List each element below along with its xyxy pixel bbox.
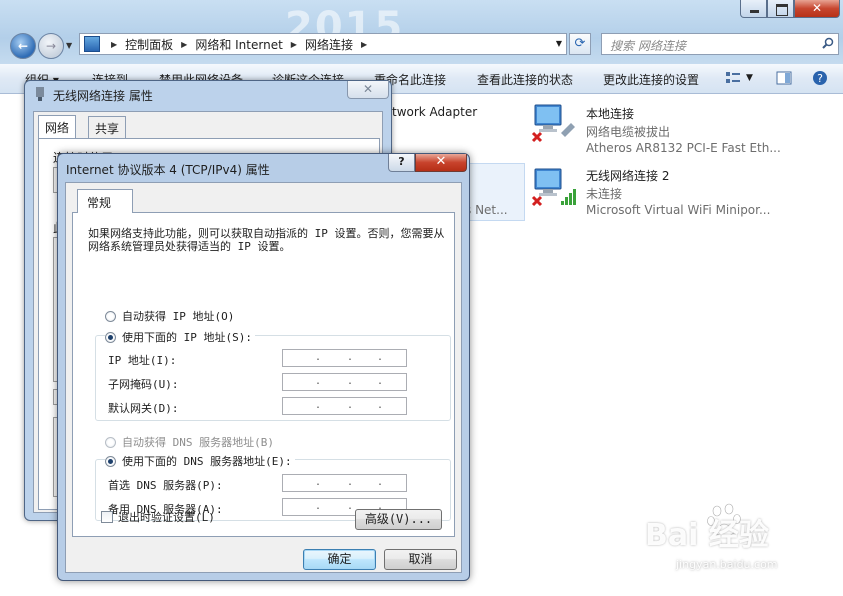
partial-net-text: s Net... [465,203,508,217]
ip-address-label: IP 地址(I): [108,354,177,367]
search-input[interactable]: 搜索 网络连接 [601,33,839,55]
ipv4-close-button[interactable]: ✕ [415,154,467,172]
control-panel-icon [84,36,100,52]
adapter-2-device: Microsoft Virtual WiFi Minipor... [586,203,771,217]
ipv4-description: 如果网络支持此功能，则可以获取自动指派的 IP 设置。否则，您需要从网络系统管理… [88,227,445,253]
cancel-button[interactable]: 取消 [384,549,457,570]
default-gateway-label: 默认网关(D): [108,402,179,415]
validate-on-exit-option[interactable]: 退出时验证设置(L) [101,509,215,525]
forward-button[interactable]: → [38,33,64,59]
maximize-button[interactable] [767,0,794,18]
network-adapter-icon [36,87,44,101]
chevron-right-icon: ▶ [181,39,188,49]
back-button[interactable]: ← [10,33,36,59]
ip-address-input[interactable]: ... [282,349,407,367]
auto-ip-option[interactable]: 自动获得 IP 地址(O) [105,308,234,324]
ipv4-properties-dialog: Internet 协议版本 4 (TCP/IPv4) 属性 ? ✕ 常规 如果网… [57,153,470,581]
watermark-url: jingyan.baidu.com [676,558,778,571]
manual-dns-radio[interactable] [105,455,116,467]
validate-on-exit-label: 退出时验证设置(L) [118,511,215,524]
help-button[interactable]: ? [388,154,415,172]
breadcrumb: ▶ 控制面板 ▶ 网络和 Internet ▶ 网络连接 ▶ [103,36,375,53]
partial-adapter-text: twork Adapter [392,105,478,119]
chevron-right-icon: ▶ [360,39,368,49]
address-dropdown-icon[interactable]: ▼ [556,39,562,48]
preview-pane-icon[interactable] [776,70,792,86]
minimize-button[interactable] [740,0,767,18]
subnet-mask-label: 子网掩码(U): [108,378,179,391]
adapter-1-status: 网络电缆被拔出 [586,125,671,139]
history-dropdown-icon[interactable]: ▼ [66,41,72,50]
view-status-button[interactable]: 查看此连接的状态 [477,71,573,88]
close-button[interactable]: ✕ [794,0,840,18]
search-icon [822,37,834,49]
auto-dns-option[interactable]: 自动获得 DNS 服务器地址(B) [105,434,274,450]
preferred-dns-label: 首选 DNS 服务器(P): [108,479,223,492]
default-gateway-input[interactable]: ... [282,397,407,415]
network-adapter-icon-disconnected[interactable] [531,103,577,143]
close-icon: ✕ [435,154,447,169]
svg-text:?: ? [817,72,823,85]
view-dropdown-icon[interactable]: ▼ [746,73,753,83]
validate-on-exit-checkbox[interactable] [101,511,113,523]
help-icon[interactable]: ? [812,70,828,86]
adapter-1-device: Atheros AR8132 PCI-E Fast Eth... [586,141,781,155]
change-settings-button[interactable]: 更改此连接的设置 [603,71,699,88]
breadcrumb-network-connections[interactable]: 网络连接 [305,36,353,53]
wireless-dialog-title: 无线网络连接 属性 [53,89,153,103]
refresh-button[interactable]: ⟳ [569,33,591,55]
search-placeholder: 搜索 网络连接 [610,39,686,53]
breadcrumb-control-panel[interactable]: 控制面板 [125,36,173,53]
arrow-left-icon: ← [17,39,29,53]
address-bar[interactable]: ▶ 控制面板 ▶ 网络和 Internet ▶ 网络连接 ▶ ▼ [79,33,567,55]
tab-network[interactable]: 网络 [38,115,77,139]
auto-ip-label: 自动获得 IP 地址(O) [122,310,235,323]
arrow-right-icon: → [45,39,57,53]
subnet-mask-input[interactable]: ... [282,373,407,391]
manual-ip-label: 使用下面的 IP 地址(S): [122,331,252,344]
refresh-icon: ⟳ [574,36,586,51]
ok-button[interactable]: 确定 [303,549,376,570]
manual-ip-option[interactable]: 使用下面的 IP 地址(S): [105,329,255,345]
watermark-brand: Bai 经验 [645,518,769,553]
wifi-adapter-icon-disconnected[interactable] [531,167,577,207]
adapter-1-name: 本地连接 [586,107,635,121]
ipv4-dialog-title: Internet 协议版本 4 (TCP/IPv4) 属性 [66,163,270,177]
preferred-dns-input[interactable]: ... [282,474,407,492]
view-options-icon[interactable] [725,70,741,86]
adapter-2-name: 无线网络连接 2 [586,169,670,183]
breadcrumb-network-internet[interactable]: 网络和 Internet [195,36,282,53]
tab-sharing[interactable]: 共享 [88,116,127,138]
advanced-button[interactable]: 高级(V)... [355,509,442,530]
auto-dns-label: 自动获得 DNS 服务器地址(B) [122,436,274,449]
general-tab-panel: 如果网络支持此功能，则可以获取自动指派的 IP 设置。否则，您需要从网络系统管理… [72,212,455,537]
wireless-close-button[interactable]: ✕ [347,81,389,99]
chevron-right-icon: ▶ [290,39,297,49]
manual-dns-option[interactable]: 使用下面的 DNS 服务器地址(E): [105,453,295,469]
auto-dns-radio[interactable] [105,436,116,448]
adapter-2-status: 未连接 [586,187,623,201]
auto-ip-radio[interactable] [105,310,116,322]
manual-ip-radio[interactable] [105,331,116,343]
chevron-right-icon: ▶ [111,39,118,49]
manual-dns-label: 使用下面的 DNS 服务器地址(E): [122,455,292,468]
tab-general[interactable]: 常规 [77,189,133,213]
ipv4-dialog-body: 常规 如果网络支持此功能，则可以获取自动指派的 IP 设置。否则，您需要从网络系… [65,182,462,573]
